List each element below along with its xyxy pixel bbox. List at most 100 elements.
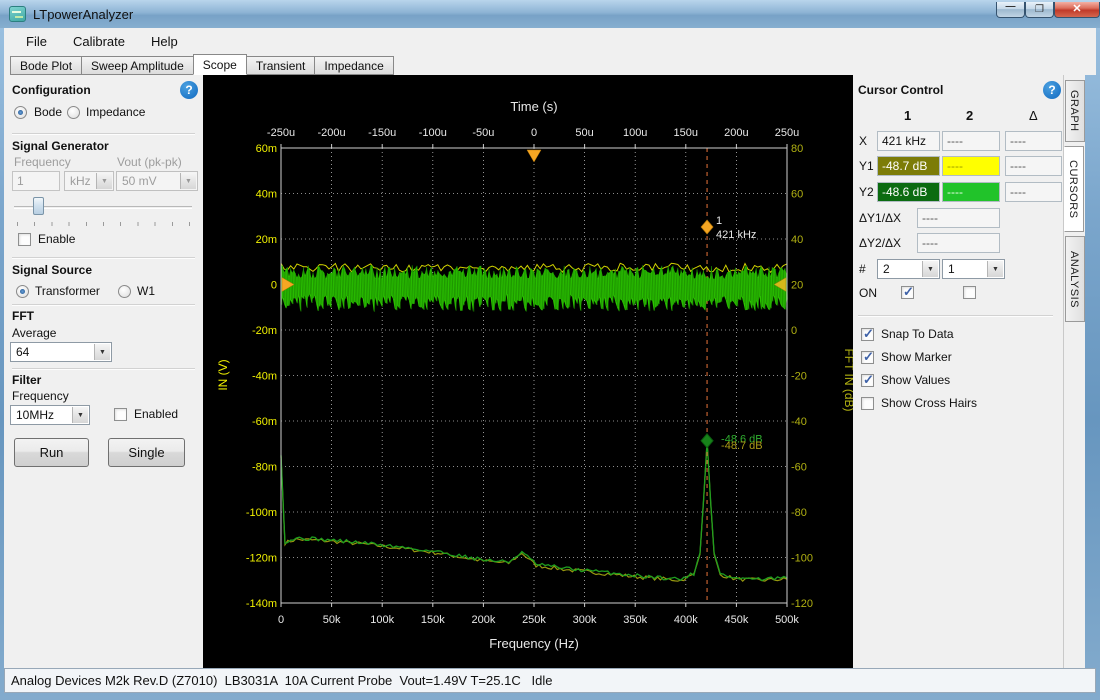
maximize-button[interactable]: ❐ [1025, 2, 1054, 18]
left-axis-tick: 20m [256, 234, 277, 246]
filter-enabled-checkbox[interactable] [114, 408, 127, 421]
right-axis-tick: -20 [791, 371, 807, 383]
bottom-axis-tick: 500k [775, 614, 799, 626]
bode-radio[interactable] [14, 106, 27, 119]
left-axis-tick: 0 [271, 280, 277, 292]
menu-help[interactable]: Help [139, 30, 190, 53]
cursor1-on-checkbox[interactable] [901, 286, 914, 299]
peak-marker-diamond[interactable] [701, 434, 713, 448]
cursor-control-title: Cursor Control [858, 83, 943, 97]
snap-to-data-checkbox[interactable] [861, 328, 874, 341]
show-cross-hairs-label: Show Cross Hairs [881, 396, 977, 410]
right-axis-tick: -120 [791, 598, 813, 610]
tab-bar: Bode Plot Sweep Amplitude Scope Transien… [4, 54, 1096, 75]
average-select[interactable]: 64 [10, 342, 112, 362]
enable-checkbox[interactable] [18, 233, 31, 246]
w1-radio[interactable] [118, 285, 131, 298]
help-icon[interactable]: ? [180, 81, 198, 99]
menu-calibrate[interactable]: Calibrate [61, 30, 137, 53]
fft-trace-y2 [281, 441, 787, 581]
cursor-y1c1-value: -48.7 dB [877, 156, 940, 176]
right-axis-tick: 20 [791, 280, 803, 292]
run-button[interactable]: Run [14, 438, 89, 467]
peak-y1-annotation: -48.7 dB [721, 440, 763, 452]
show-values-label: Show Values [881, 373, 950, 387]
left-axis-tick: -140m [246, 598, 277, 610]
minimize-button[interactable]: — [996, 2, 1025, 18]
bottom-axis-tick: 150k [421, 614, 445, 626]
on-row-label: ON [859, 286, 877, 300]
left-axis-tick: 60m [256, 143, 277, 155]
frequency-slider-thumb[interactable] [33, 197, 44, 215]
top-axis-tick: -100u [419, 127, 447, 139]
tab-scope[interactable]: Scope [193, 54, 247, 75]
bottom-axis-tick: 50k [323, 614, 341, 626]
right-axis-tick: -40 [791, 416, 807, 428]
impedance-radio-label: Impedance [86, 105, 145, 119]
cursor2-count-select[interactable]: 1 [942, 259, 1005, 279]
time-zero-marker[interactable] [527, 150, 541, 162]
show-marker-checkbox[interactable] [861, 351, 874, 364]
cursor-col-delta: Δ [1029, 108, 1038, 123]
show-values-checkbox[interactable] [861, 374, 874, 387]
single-button[interactable]: Single [108, 438, 185, 467]
vout-label: Vout (pk-pk) [117, 155, 182, 169]
tab-bode-plot[interactable]: Bode Plot [10, 56, 82, 75]
frequency-unit-select[interactable]: kHz [64, 171, 114, 191]
filter-frequency-select[interactable]: 10MHz [10, 405, 90, 425]
cursor-control-panel: Cursor Control ? 1 2 Δ X 421 kHz ---- --… [853, 75, 1063, 668]
menu-file[interactable]: File [14, 30, 59, 53]
dy1-row-label: ΔY1/ΔX [859, 211, 901, 225]
scope-plot-area[interactable]: -250u060m80-200u50k40m60-150u100k20m40-1… [203, 75, 853, 668]
impedance-radio[interactable] [67, 106, 80, 119]
transformer-radio[interactable] [16, 285, 29, 298]
cursor1-count-select[interactable]: 2 [877, 259, 940, 279]
window-title: LTpowerAnalyzer [33, 7, 133, 22]
bottom-axis-tick: 250k [522, 614, 546, 626]
cursor-help-icon[interactable]: ? [1043, 81, 1061, 99]
bottom-axis-tick: 450k [724, 614, 748, 626]
app-window: LTpowerAnalyzer — ❐ ✕ File Calibrate Hel… [0, 0, 1100, 700]
scope-plot-svg[interactable]: -250u060m80-200u50k40m60-150u100k20m40-1… [203, 75, 853, 668]
bottom-axis-tick: 400k [674, 614, 698, 626]
bode-radio-label: Bode [34, 105, 62, 119]
side-tab-strip: GRAPH CURSORS ANALYSIS [1063, 75, 1085, 668]
cursor-x1-value: 421 kHz [877, 131, 940, 151]
left-axis-tick: -60m [252, 416, 277, 428]
signal-source-title: Signal Source [12, 263, 92, 277]
top-axis-tick: 250u [775, 127, 799, 139]
top-axis-tick: 100u [623, 127, 647, 139]
cursor-col-2: 2 [966, 108, 973, 123]
cursor-index-label: 1 [716, 215, 722, 227]
right-axis-tick: -60 [791, 462, 807, 474]
vout-select[interactable]: 50 mV [116, 171, 198, 191]
close-button[interactable]: ✕ [1054, 2, 1100, 18]
cursor-x-label: 421 kHz [716, 229, 756, 241]
top-axis-tick: -150u [368, 127, 396, 139]
side-tab-graph[interactable]: GRAPH [1065, 80, 1085, 142]
cursor-marker-diamond[interactable] [701, 220, 713, 234]
left-axis-title: IN (V) [216, 359, 230, 390]
snap-to-data-label: Snap To Data [881, 327, 954, 341]
y1-row-label: Y1 [859, 159, 874, 173]
right-axis-tick: -80 [791, 507, 807, 519]
cursor2-on-checkbox[interactable] [963, 286, 976, 299]
frequency-input[interactable]: 1 [12, 171, 60, 191]
tab-sweep-amplitude[interactable]: Sweep Amplitude [81, 56, 194, 75]
frequency-slider-ticks [17, 222, 191, 226]
bottom-axis-tick: 100k [370, 614, 394, 626]
w1-radio-label: W1 [137, 284, 155, 298]
frequency-label: Frequency [14, 155, 71, 169]
right-axis-tick: -100 [791, 553, 813, 565]
show-cross-hairs-checkbox[interactable] [861, 397, 874, 410]
side-tab-analysis[interactable]: ANALYSIS [1065, 236, 1085, 322]
tab-impedance[interactable]: Impedance [314, 56, 393, 75]
top-axis-tick: 200u [724, 127, 748, 139]
tab-transient[interactable]: Transient [246, 56, 316, 75]
top-axis-tick: 50u [575, 127, 593, 139]
status-bar: Analog Devices M2k Rev.D (Z7010) LB3031A… [4, 668, 1096, 693]
enable-label: Enable [38, 232, 75, 246]
title-bar[interactable]: LTpowerAnalyzer — ❐ ✕ [0, 0, 1100, 28]
side-tab-cursors[interactable]: CURSORS [1064, 146, 1084, 232]
right-axis-tick: 80 [791, 143, 803, 155]
